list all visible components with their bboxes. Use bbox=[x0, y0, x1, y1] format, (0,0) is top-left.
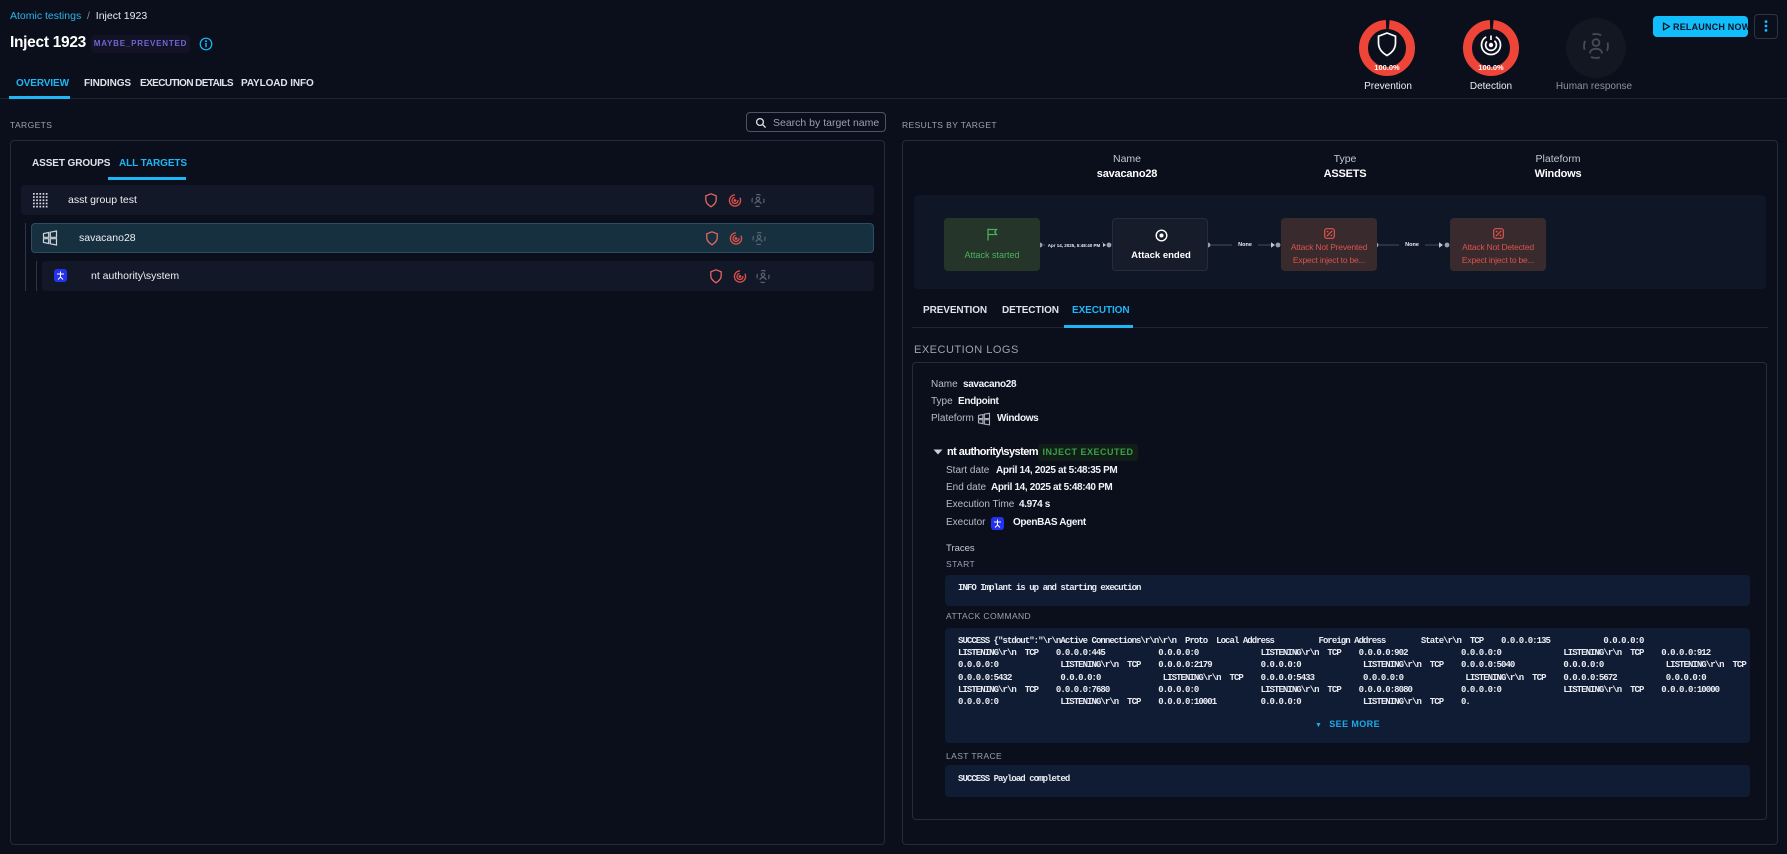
svg-text:100.0%: 100.0% bbox=[1478, 63, 1504, 72]
svg-text:100.0%: 100.0% bbox=[1374, 63, 1400, 72]
